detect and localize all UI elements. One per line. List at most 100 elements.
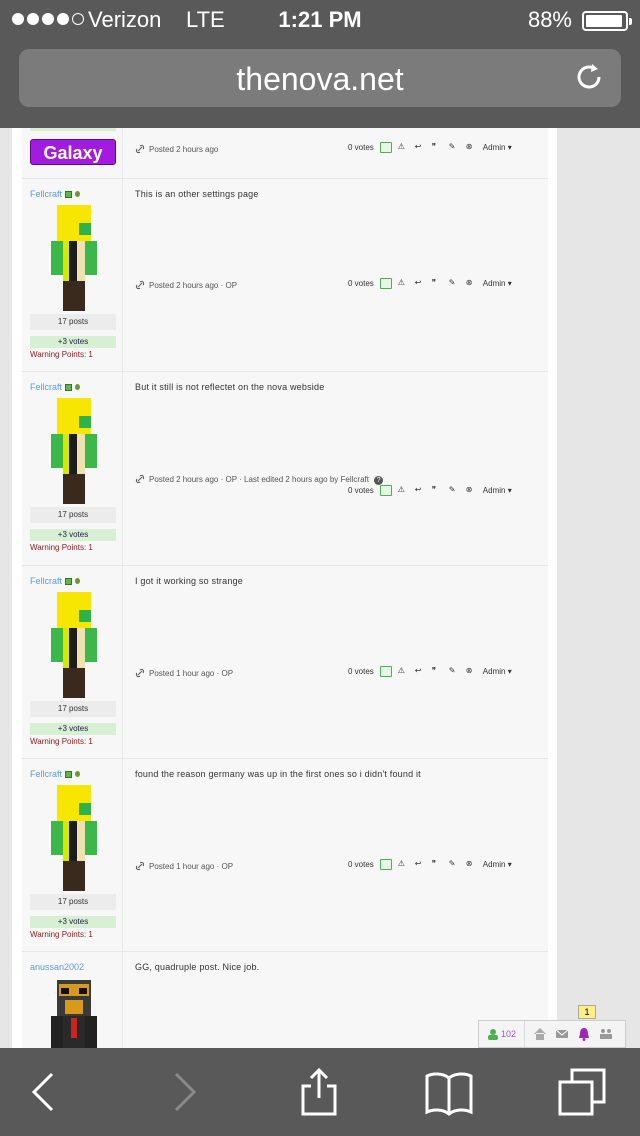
edit-icon[interactable]: ✎: [449, 859, 460, 870]
delete-icon[interactable]: ⊗: [466, 142, 477, 153]
post-author-panel: Fellcraft 17 posts +3 votes Warning Poin…: [22, 759, 123, 951]
author-name[interactable]: Fellcraft: [30, 189, 81, 199]
tabs-icon[interactable]: [558, 1068, 606, 1116]
quote-icon[interactable]: ❞: [432, 485, 443, 496]
post-count: 17 posts: [30, 894, 116, 910]
post-meta-text: Posted 1 hour ago · OP: [149, 669, 234, 678]
forum-post: anussan2002 GG, quadruple post. Nice job…: [22, 951, 548, 1048]
forum-post: Fellcraft 17 posts +3 votes Warning Poin…: [22, 371, 548, 565]
url-text[interactable]: thenova.net: [19, 61, 621, 98]
avatar[interactable]: [51, 980, 97, 1048]
reply-icon[interactable]: ↩: [415, 666, 426, 677]
votes-summary: +3 votes: [30, 529, 116, 541]
bookmarks-icon[interactable]: [425, 1068, 473, 1116]
admin-label: Admin: [482, 667, 506, 676]
online-users-button[interactable]: 102: [479, 1021, 525, 1047]
author-name-text[interactable]: Fellcraft: [30, 769, 62, 779]
edit-icon[interactable]: ✎: [449, 142, 460, 153]
permalink-icon[interactable]: [135, 474, 145, 484]
forum-post: Fellcraft 17 posts +3 votes Warning Poin…: [22, 565, 548, 758]
admin-menu[interactable]: Admin ▾: [483, 667, 512, 676]
reply-icon[interactable]: ↩: [415, 485, 426, 496]
back-icon[interactable]: [20, 1068, 68, 1116]
delete-icon[interactable]: ⊗: [466, 278, 477, 289]
edit-icon[interactable]: ✎: [449, 666, 460, 677]
author-name[interactable]: Fellcraft: [30, 769, 81, 779]
vote-count: 0 votes: [348, 860, 374, 869]
mail-icon[interactable]: [555, 1027, 569, 1041]
warning-points: Warning Points: 1: [30, 350, 93, 359]
upvote-icon[interactable]: [379, 485, 392, 496]
browser-top-bar: Verizon LTE 1:21 PM 88% thenova.net: [0, 0, 640, 128]
votes-summary: +3 votes: [30, 723, 116, 735]
online-status-icon: [65, 384, 73, 391]
author-name[interactable]: Fellcraft: [30, 382, 81, 392]
upvote-icon[interactable]: [379, 278, 392, 289]
report-icon[interactable]: ⚠: [398, 278, 409, 289]
bell-icon[interactable]: [577, 1027, 591, 1041]
quote-icon[interactable]: ❞: [432, 142, 443, 153]
share-icon[interactable]: [295, 1068, 343, 1116]
battery-icon: [582, 11, 632, 31]
post-actions: 0 votes ⚠ ↩ ❞ ✎ ⊗ Admin ▾: [348, 485, 512, 496]
post-body: But it still is not reflectet on the nov…: [135, 382, 325, 392]
permalink-icon[interactable]: [135, 144, 145, 154]
upvote-icon[interactable]: [379, 666, 392, 677]
admin-menu[interactable]: Admin ▾: [483, 279, 512, 288]
reply-icon[interactable]: ↩: [415, 859, 426, 870]
forum-post: Fellcraft 17 posts +3 votes Warning Poin…: [22, 178, 548, 371]
author-name-text[interactable]: Fellcraft: [30, 189, 62, 199]
avatar[interactable]: [51, 398, 97, 504]
avatar[interactable]: [51, 592, 97, 698]
avatar[interactable]: [51, 205, 97, 311]
delete-icon[interactable]: ⊗: [466, 485, 477, 496]
report-icon[interactable]: ⚠: [398, 142, 409, 153]
warning-points: Warning Points: 1: [30, 930, 93, 939]
quote-icon[interactable]: ❞: [432, 666, 443, 677]
online-status-icon: [65, 191, 73, 198]
reply-icon[interactable]: ↩: [415, 278, 426, 289]
report-icon[interactable]: ⚠: [398, 666, 409, 677]
author-name-text[interactable]: Fellcraft: [30, 576, 62, 586]
warning-points: Warning Points: 1: [30, 737, 93, 746]
quote-icon[interactable]: ❞: [432, 859, 443, 870]
author-name-text[interactable]: Fellcraft: [30, 382, 62, 392]
permalink-icon[interactable]: [135, 861, 145, 871]
post-meta: Posted 2 hours ago · OP · Last edited 2 …: [135, 474, 384, 485]
permalink-icon[interactable]: [135, 280, 145, 290]
author-name[interactable]: anussan2002: [30, 962, 84, 972]
post-meta: Posted 1 hour ago · OP: [135, 668, 233, 678]
reload-icon[interactable]: [573, 61, 605, 93]
author-name[interactable]: Fellcraft: [30, 576, 81, 586]
post-count: 17 posts: [30, 701, 116, 717]
floating-toolbar: 102: [478, 1020, 626, 1048]
vote-count: 0 votes: [348, 279, 374, 288]
notification-badge: 1: [578, 1005, 596, 1019]
votes-summary-partial: [30, 128, 116, 131]
admin-menu[interactable]: Admin ▾: [483, 860, 512, 869]
post-author-panel: anussan2002: [22, 952, 123, 1048]
home-icon[interactable]: [533, 1027, 547, 1041]
post-count: 17 posts: [30, 507, 116, 523]
post-body: found the reason germany was up in the f…: [135, 769, 421, 779]
forward-icon[interactable]: [160, 1068, 208, 1116]
post-author-panel: Fellcraft 17 posts +3 votes Warning Poin…: [22, 372, 123, 565]
upvote-icon[interactable]: [379, 859, 392, 870]
delete-icon[interactable]: ⊗: [466, 859, 477, 870]
quote-icon[interactable]: ❞: [432, 278, 443, 289]
vote-count: 0 votes: [348, 486, 374, 495]
upvote-icon[interactable]: [379, 142, 392, 153]
delete-icon[interactable]: ⊗: [466, 666, 477, 677]
admin-menu[interactable]: Admin ▾: [483, 143, 512, 152]
edit-icon[interactable]: ✎: [449, 485, 460, 496]
admin-menu[interactable]: Admin ▾: [483, 486, 512, 495]
permalink-icon[interactable]: [135, 668, 145, 678]
avatar[interactable]: [51, 785, 97, 891]
report-icon[interactable]: ⚠: [398, 485, 409, 496]
reply-icon[interactable]: ↩: [415, 142, 426, 153]
edit-icon[interactable]: ✎: [449, 278, 460, 289]
help-icon[interactable]: ?: [374, 476, 384, 485]
report-icon[interactable]: ⚠: [398, 859, 409, 870]
address-bar[interactable]: thenova.net: [19, 49, 621, 107]
group-icon[interactable]: [599, 1027, 613, 1041]
